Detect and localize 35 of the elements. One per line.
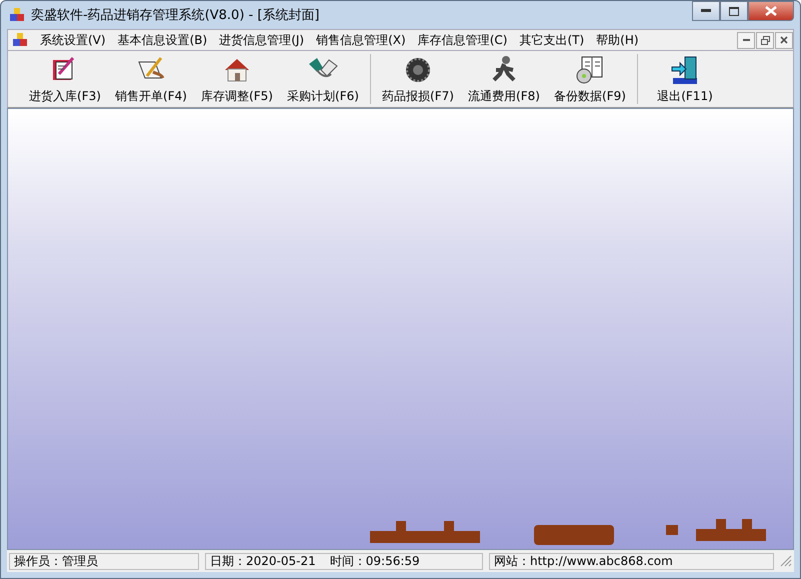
restore-icon: [760, 36, 770, 44]
operator-status: 操作员：管理员: [9, 552, 199, 570]
menu-item[interactable]: 进货信息管理(J): [213, 32, 310, 48]
close-button[interactable]: [748, 1, 794, 21]
minimize-button[interactable]: [737, 32, 755, 48]
toolbar-button[interactable]: 库存调整(F5): [194, 54, 280, 104]
toolbar-button[interactable]: 销售开单(F4): [108, 54, 194, 104]
menu-item[interactable]: 系统设置(V): [34, 32, 112, 48]
toolbar-button[interactable]: 退出(F11): [642, 54, 728, 104]
date-status: 日期：2020-05-21: [210, 552, 316, 570]
menu-item[interactable]: 销售信息管理(X): [310, 32, 412, 48]
app-icon: [9, 7, 25, 23]
menu-item[interactable]: 基本信息设置(B): [112, 32, 214, 48]
app-icon: [12, 32, 28, 48]
minimize-button[interactable]: [692, 1, 720, 21]
close-icon: [765, 6, 777, 16]
close-button[interactable]: [775, 32, 793, 48]
website-status: 网站：http://www.abc868.com: [489, 552, 774, 570]
time-status: 时间：09:56:59: [330, 552, 420, 570]
menu-item[interactable]: 其它支出(T): [513, 32, 590, 48]
toolbar-button[interactable]: 流通费用(F8): [461, 54, 547, 104]
toolbar-button[interactable]: 备份数据(F9): [547, 54, 633, 104]
toolbar-button[interactable]: 进货入库(F3): [22, 54, 108, 104]
window-title: 奕盛软件-药品进销存管理系统(V8.0) - [系统封面]: [31, 7, 320, 24]
restore-button[interactable]: [756, 32, 774, 48]
close-icon: [780, 36, 788, 44]
toolbar-button[interactable]: 药品报损(F7): [375, 54, 461, 104]
resize-grip-icon: [780, 555, 792, 567]
maximize-icon: [729, 6, 739, 16]
minimize-icon: [742, 38, 750, 42]
menu-item[interactable]: 帮助(H): [590, 32, 645, 48]
maximize-button[interactable]: [720, 1, 748, 21]
minimize-icon: [701, 9, 711, 13]
toolbar-button[interactable]: 采购计划(F6): [280, 54, 366, 104]
menu-item[interactable]: 库存信息管理(C): [412, 32, 514, 48]
